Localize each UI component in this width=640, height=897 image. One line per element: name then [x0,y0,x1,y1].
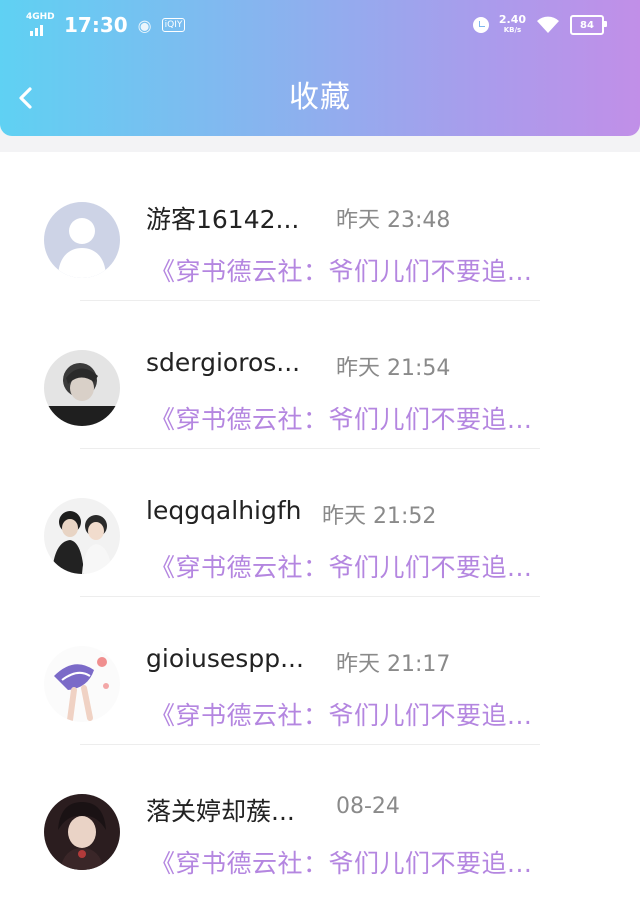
signal-icon: 4GHD [26,12,55,37]
item-time: 昨天 21:17 [336,652,451,677]
wifi-icon [537,16,559,33]
status-time: 17:30 [64,13,128,37]
list-item[interactable]: 游客16142... 昨天 23:48 《穿书德云社：爷们儿们不要追... [0,152,640,301]
default-avatar-icon [44,202,120,278]
item-time: 昨天 21:52 [322,504,437,529]
favorites-list: 游客16142... 昨天 23:48 《穿书德云社：爷们儿们不要追... sd… [0,152,640,897]
avatar [44,646,120,722]
item-preview: 《穿书德云社：爷们儿们不要追... [150,849,533,878]
item-preview: 《穿书德云社：爷们儿们不要追... [150,405,533,434]
network-speed: 2.40 KB/s [498,13,526,34]
nav-bar: 收藏 [0,70,640,126]
battery-icon: 84 [570,15,607,35]
item-name: 游客16142... [146,205,300,234]
item-name: sdergioros... [146,348,301,377]
status-bar: 4GHD 17:30 ◉ iQIY 2.40 KB/s 84 [0,0,640,50]
list-item[interactable]: sdergioros... 昨天 21:54 《穿书德云社：爷们儿们不要追... [0,300,640,449]
list-item[interactable]: leqgqalhigfh 昨天 21:52 《穿书德云社：爷们儿们不要追... [0,448,640,597]
couple-photo-icon [44,498,120,574]
network-type: 4GHD [26,12,55,22]
qq-icon: ◉ [137,15,152,35]
item-name: gioiusespp... [146,644,304,673]
illustration-avatar-icon [44,646,120,722]
item-preview: 《穿书德云社：爷们儿们不要追... [150,701,533,730]
list-item[interactable]: gioiusespp... 昨天 21:17 《穿书德云社：爷们儿们不要追... [0,596,640,745]
avatar [44,794,120,870]
item-time: 昨天 21:54 [336,356,451,381]
alarm-icon [472,17,489,33]
item-name: 落关婷却蔟... [146,797,295,826]
item-preview: 《穿书德云社：爷们儿们不要追... [150,553,533,582]
item-name: leqgqalhigfh [146,496,302,525]
item-time: 08-24 [336,794,400,819]
avatar [44,202,120,278]
avatar [44,498,120,574]
page-title: 收藏 [289,80,351,115]
item-preview: 《穿书德云社：爷们儿们不要追... [150,257,533,286]
list-item[interactable]: 落关婷却蔟... 08-24 《穿书德云社：爷们儿们不要追... [0,744,640,892]
user-photo-icon [44,350,120,426]
anime-avatar-icon [44,794,120,870]
iqiyi-icon: iQIY [161,18,186,32]
item-time: 昨天 23:48 [336,208,451,233]
avatar [44,350,120,426]
header: 4GHD 17:30 ◉ iQIY 2.40 KB/s 84 收藏 [0,0,640,136]
